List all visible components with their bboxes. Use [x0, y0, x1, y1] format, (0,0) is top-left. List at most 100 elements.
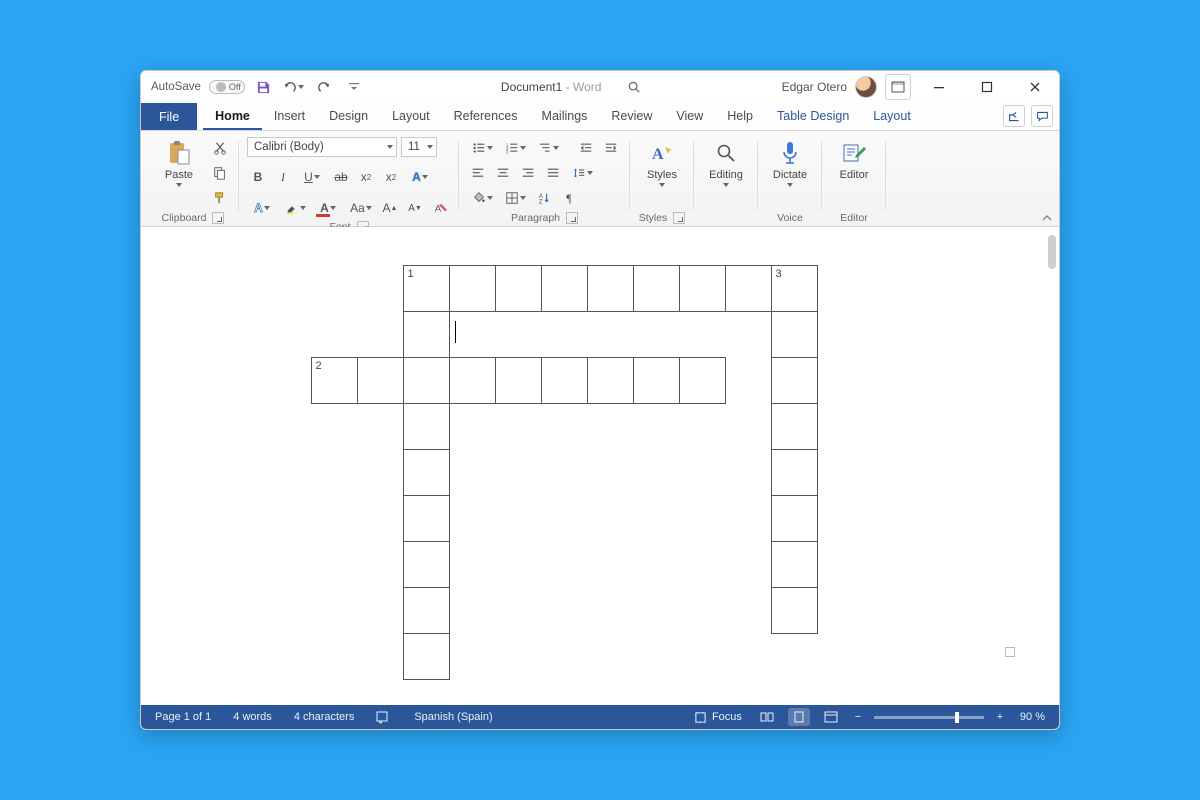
crossword-table[interactable]: 1 3 2 [311, 265, 817, 679]
table-resize-handle[interactable] [1005, 647, 1015, 657]
font-size-combo[interactable]: 11 [401, 137, 437, 157]
save-icon[interactable] [253, 76, 275, 98]
zoom-out-button[interactable]: − [852, 711, 864, 723]
ribbon-display-options-icon[interactable] [885, 74, 911, 100]
crossword-cell[interactable] [541, 357, 588, 404]
tab-file[interactable]: File [141, 103, 197, 130]
crossword-cell[interactable] [403, 449, 450, 496]
customize-qat-icon[interactable] [343, 76, 365, 98]
crossword-cell[interactable] [357, 357, 404, 404]
crossword-cell[interactable] [771, 541, 818, 588]
increase-indent-button[interactable] [600, 137, 622, 159]
zoom-in-button[interactable]: + [994, 711, 1006, 723]
user-avatar[interactable] [855, 76, 877, 98]
bullets-button[interactable] [467, 137, 497, 159]
comments-icon[interactable] [1031, 105, 1053, 127]
shrink-font-button[interactable]: A▼ [404, 197, 426, 219]
print-layout-icon[interactable] [788, 708, 810, 726]
status-language[interactable]: Spanish (Spain) [410, 709, 496, 725]
crossword-cell[interactable]: 2 [311, 357, 358, 404]
dictate-button[interactable]: Dictate [766, 137, 814, 187]
tab-design[interactable]: Design [317, 103, 380, 130]
share-icon[interactable] [1003, 105, 1025, 127]
crossword-cell[interactable]: 3 [771, 265, 818, 312]
grow-font-button[interactable]: A▲ [379, 197, 401, 219]
user-name[interactable]: Edgar Otero [782, 80, 847, 94]
crossword-cell[interactable] [679, 265, 726, 312]
text-outline-button[interactable]: A [247, 197, 277, 219]
subscript-button[interactable]: x2 [355, 166, 377, 188]
multilevel-list-button[interactable] [533, 137, 563, 159]
read-mode-icon[interactable] [756, 708, 778, 726]
crossword-cell[interactable] [403, 357, 450, 404]
status-words[interactable]: 4 words [229, 709, 276, 725]
text-effects-button[interactable]: A [405, 166, 435, 188]
zoom-slider-knob[interactable] [955, 712, 959, 723]
crossword-cell[interactable] [633, 265, 680, 312]
show-paragraph-marks-button[interactable]: ¶ [558, 187, 580, 209]
crossword-cell[interactable] [403, 311, 450, 358]
crossword-cell[interactable] [403, 495, 450, 542]
italic-button[interactable]: I [272, 166, 294, 188]
crossword-cell[interactable] [771, 357, 818, 404]
editor-button[interactable]: Editor [830, 137, 878, 181]
crossword-cell[interactable] [403, 633, 450, 680]
minimize-icon[interactable] [919, 73, 959, 101]
crossword-cell[interactable]: 1 [403, 265, 450, 312]
tab-references[interactable]: References [442, 103, 530, 130]
clipboard-dialog-launcher[interactable] [212, 212, 224, 224]
crossword-cell[interactable] [633, 357, 680, 404]
page-canvas[interactable]: 1 3 2 [161, 235, 1045, 697]
tab-insert[interactable]: Insert [262, 103, 317, 130]
status-chars[interactable]: 4 characters [290, 709, 359, 725]
web-layout-icon[interactable] [820, 708, 842, 726]
shading-button[interactable] [467, 187, 497, 209]
justify-button[interactable] [542, 162, 564, 184]
paragraph-dialog-launcher[interactable] [566, 212, 578, 224]
decrease-indent-button[interactable] [575, 137, 597, 159]
scrollbar-thumb[interactable] [1048, 235, 1056, 269]
change-case-button[interactable]: Aa [346, 197, 376, 219]
sort-button[interactable]: AZ [533, 187, 555, 209]
cut-icon[interactable] [209, 137, 231, 159]
crossword-cell[interactable] [449, 265, 496, 312]
crossword-cell[interactable] [403, 587, 450, 634]
align-center-button[interactable] [492, 162, 514, 184]
crossword-cell[interactable] [449, 357, 496, 404]
tab-mailings[interactable]: Mailings [530, 103, 600, 130]
line-spacing-button[interactable] [567, 162, 597, 184]
crossword-cell[interactable] [771, 403, 818, 450]
zoom-slider[interactable] [874, 716, 984, 719]
crossword-cell[interactable] [541, 265, 588, 312]
search-icon[interactable] [623, 76, 645, 98]
vertical-scrollbar[interactable] [1047, 235, 1057, 697]
clear-formatting-button[interactable]: A [429, 197, 451, 219]
font-color-button[interactable]: A [313, 197, 343, 219]
strikethrough-button[interactable]: ab [330, 166, 352, 188]
crossword-cell[interactable] [403, 403, 450, 450]
crossword-cell[interactable] [771, 449, 818, 496]
paste-button[interactable]: Paste [155, 137, 203, 187]
numbering-button[interactable]: 123 [500, 137, 530, 159]
crossword-cell[interactable] [725, 265, 772, 312]
zoom-percent[interactable]: 90 % [1016, 709, 1049, 725]
undo-icon[interactable] [283, 76, 305, 98]
redo-icon[interactable] [313, 76, 335, 98]
collapse-ribbon-icon[interactable] [1041, 212, 1053, 224]
document-area[interactable]: 1 3 2 [141, 227, 1059, 705]
styles-dialog-launcher[interactable] [673, 212, 685, 224]
crossword-cell[interactable] [587, 357, 634, 404]
editing-button[interactable]: Editing [702, 137, 750, 187]
highlight-button[interactable] [280, 197, 310, 219]
tab-review[interactable]: Review [599, 103, 664, 130]
crossword-cell[interactable] [771, 495, 818, 542]
crossword-cell[interactable] [771, 311, 818, 358]
tab-table-design[interactable]: Table Design [765, 103, 861, 130]
styles-button[interactable]: A Styles [638, 137, 686, 187]
format-painter-icon[interactable] [209, 187, 231, 209]
crossword-cell[interactable] [587, 265, 634, 312]
tab-layout[interactable]: Layout [861, 103, 923, 130]
superscript-button[interactable]: x2 [380, 166, 402, 188]
underline-button[interactable]: U [297, 166, 327, 188]
tab-home[interactable]: Home [203, 103, 262, 130]
